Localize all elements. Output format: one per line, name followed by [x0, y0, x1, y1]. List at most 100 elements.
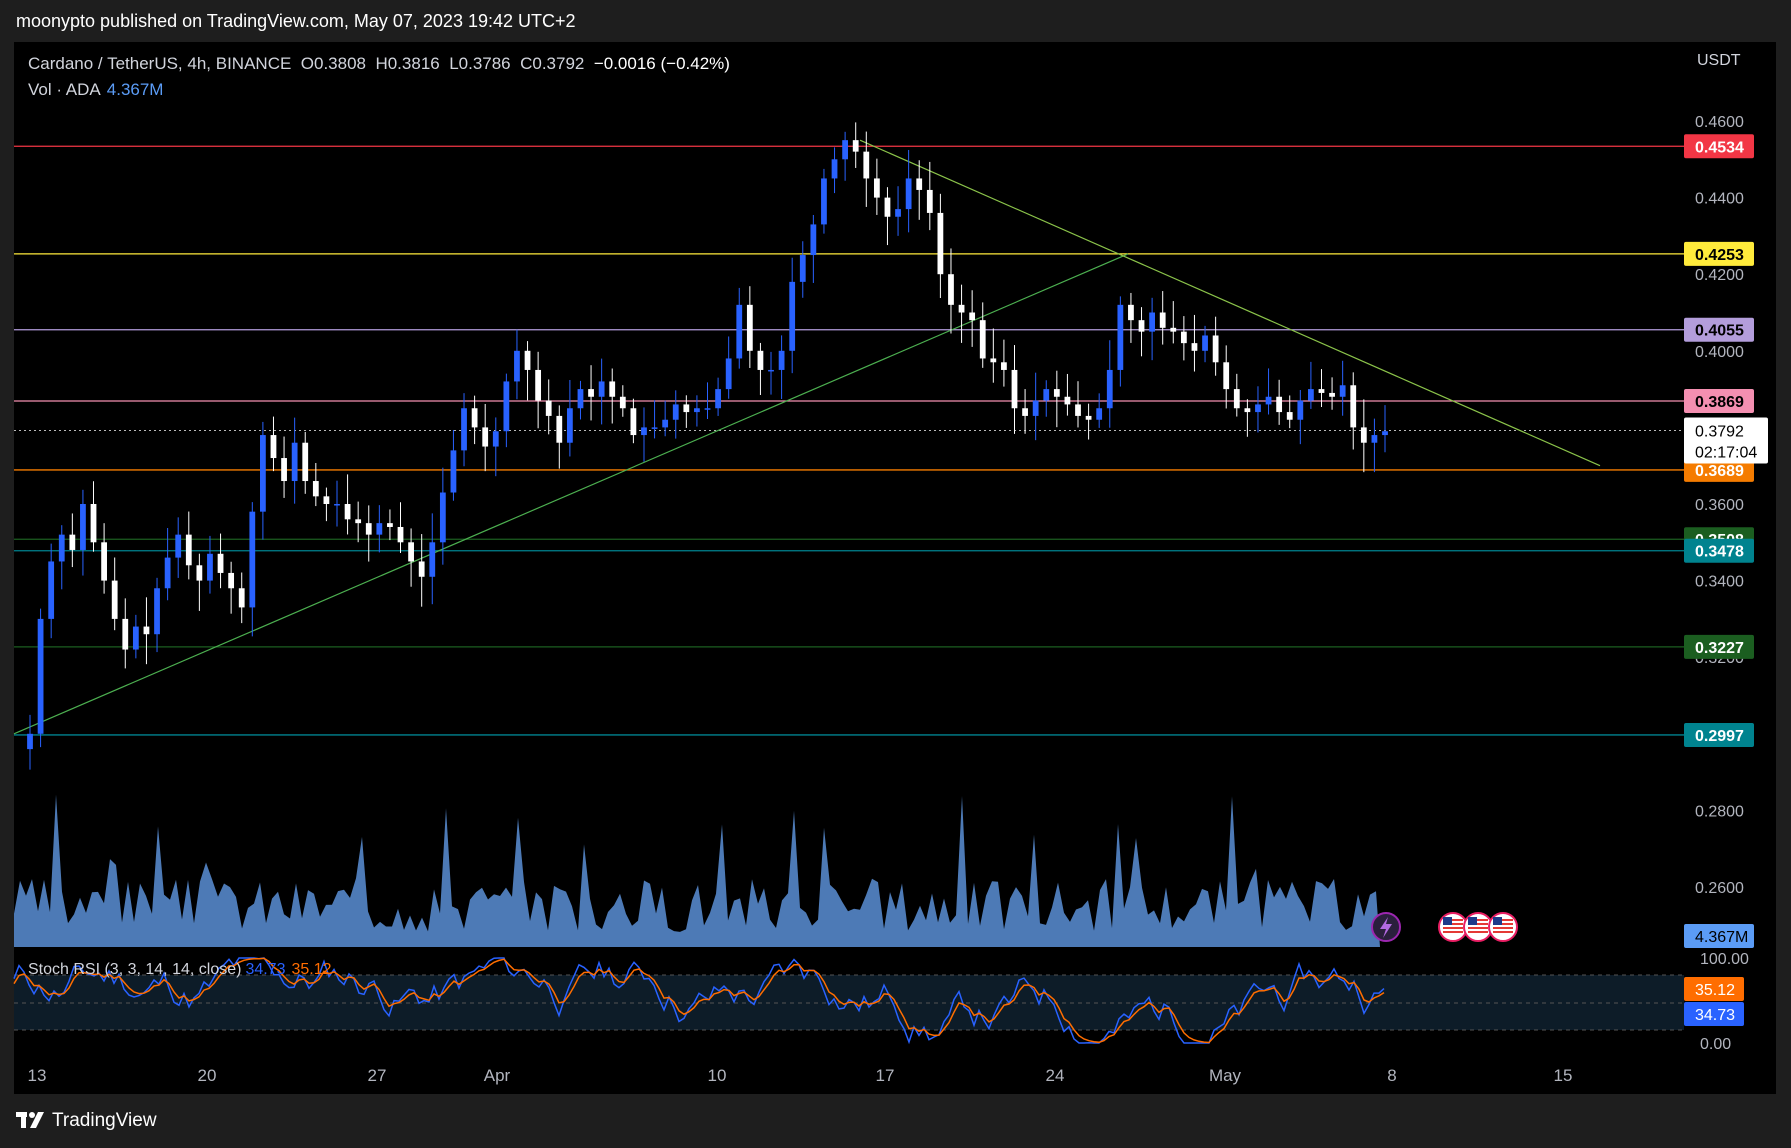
candle-body [958, 304, 965, 313]
candle-body [164, 557, 171, 589]
candle-body [1339, 385, 1346, 397]
price-badge: 0.3478 [1695, 544, 1744, 561]
candle-body [461, 408, 467, 451]
candle-body [1255, 404, 1261, 413]
candle-body [302, 442, 309, 482]
candle-body [979, 320, 986, 359]
candle-body [715, 389, 721, 409]
candle-body [132, 626, 139, 650]
candle-body [334, 504, 340, 506]
price-badge: 0.4534 [1695, 139, 1744, 156]
time-tick: 10 [708, 1066, 727, 1085]
candle-body [492, 431, 499, 447]
candle-body [1276, 396, 1283, 413]
candle-body [969, 312, 976, 321]
ohlc-open: O0.3808 [300, 54, 366, 73]
candle-body [683, 404, 690, 413]
candle-body [429, 542, 436, 577]
candle-body [821, 178, 827, 225]
candle-body [1159, 312, 1166, 328]
candle-body [1106, 369, 1113, 409]
candle-body [37, 618, 44, 734]
candle-body [1180, 331, 1187, 344]
vol-value: 4.367M [106, 80, 164, 99]
candle-body [249, 511, 256, 608]
rsi-label: Stoch RSI (3, 3, 14, 14, close) [28, 961, 242, 978]
candle-body [1202, 335, 1208, 351]
candle-body [101, 542, 107, 581]
candle-body [746, 304, 753, 351]
candle-body [1022, 408, 1028, 416]
candle-body [154, 588, 160, 635]
price-tick: 0.4200 [1695, 267, 1744, 284]
candle-body [556, 415, 563, 443]
rsi-tick: 0.00 [1700, 1036, 1731, 1053]
candle-body [1096, 408, 1103, 420]
candle-body [736, 304, 743, 359]
candle-body [694, 408, 700, 413]
candle-body [228, 572, 235, 589]
price-badge: 0.3689 [1695, 463, 1744, 480]
candle-body [387, 523, 393, 527]
candle-body [58, 534, 65, 562]
candle-body [90, 504, 97, 543]
candle-body [884, 197, 891, 217]
price-tick: 0.2600 [1695, 880, 1744, 897]
candle-body [704, 408, 711, 410]
ohlc-high: H0.3816 [375, 54, 440, 73]
candle-body [799, 255, 806, 282]
us-flag-event-icon [1438, 912, 1468, 942]
candle-body [1286, 412, 1293, 420]
price-badge: 0.4055 [1695, 323, 1744, 340]
candle-body [185, 534, 192, 566]
volume-legend: Vol · ADA 4.367M [28, 80, 163, 100]
candle-body [1117, 304, 1124, 370]
candle-body [1382, 431, 1388, 436]
candle-body [1329, 392, 1335, 397]
candle-body [439, 492, 446, 543]
price-tick: 0.3400 [1695, 574, 1744, 591]
candle-body [842, 140, 849, 160]
time-tick: 24 [1046, 1066, 1065, 1085]
rsi-d-badge: 35.12 [1695, 982, 1735, 999]
candle-body [1085, 415, 1092, 420]
candle-body [281, 458, 287, 482]
candle-body [524, 350, 531, 370]
candle-body [503, 381, 510, 432]
tradingview-logo[interactable]: TradingView [16, 1110, 157, 1132]
candle-body [1212, 335, 1219, 363]
candle-body [852, 140, 859, 152]
candle-body [895, 209, 901, 217]
candle-body [291, 442, 298, 482]
price-tick: 0.2800 [1695, 803, 1744, 820]
candle-body [831, 159, 838, 179]
candle-body [27, 733, 33, 750]
candle-body [619, 396, 626, 409]
candle-body [1053, 389, 1060, 397]
candle-body [1170, 327, 1177, 332]
candle-body [122, 618, 129, 650]
price-badge: 0.3227 [1695, 640, 1744, 657]
vol-label: Vol · ADA [28, 80, 101, 99]
candle-body [948, 274, 954, 305]
time-tick: 8 [1387, 1066, 1396, 1085]
volume-area [14, 794, 1380, 947]
rsi-k-badge: 34.73 [1695, 1007, 1735, 1024]
time-tick: May [1209, 1066, 1242, 1085]
candle-body [1371, 435, 1378, 443]
tradingview-logo-icon [16, 1112, 44, 1128]
candle-body [630, 408, 637, 436]
candle-body [1001, 362, 1007, 370]
event-icons [1371, 912, 1518, 942]
time-axis: 13 20 27 Apr 10 17 24 May 8 15 [28, 1066, 1573, 1085]
candle-body [514, 350, 520, 382]
descending-trendline [859, 139, 1601, 467]
candle-body [69, 534, 76, 550]
ohlc-close: C0.3792 [520, 54, 585, 73]
candle-body [1011, 369, 1018, 409]
symbol-legend: Cardano / TetherUS, 4h, BINANCE O0.3808 … [28, 54, 730, 74]
price-badge: 0.4253 [1695, 247, 1744, 264]
candle-body [1244, 408, 1251, 413]
candle-body [365, 523, 372, 535]
ohlc-low: L0.3786 [449, 54, 511, 73]
